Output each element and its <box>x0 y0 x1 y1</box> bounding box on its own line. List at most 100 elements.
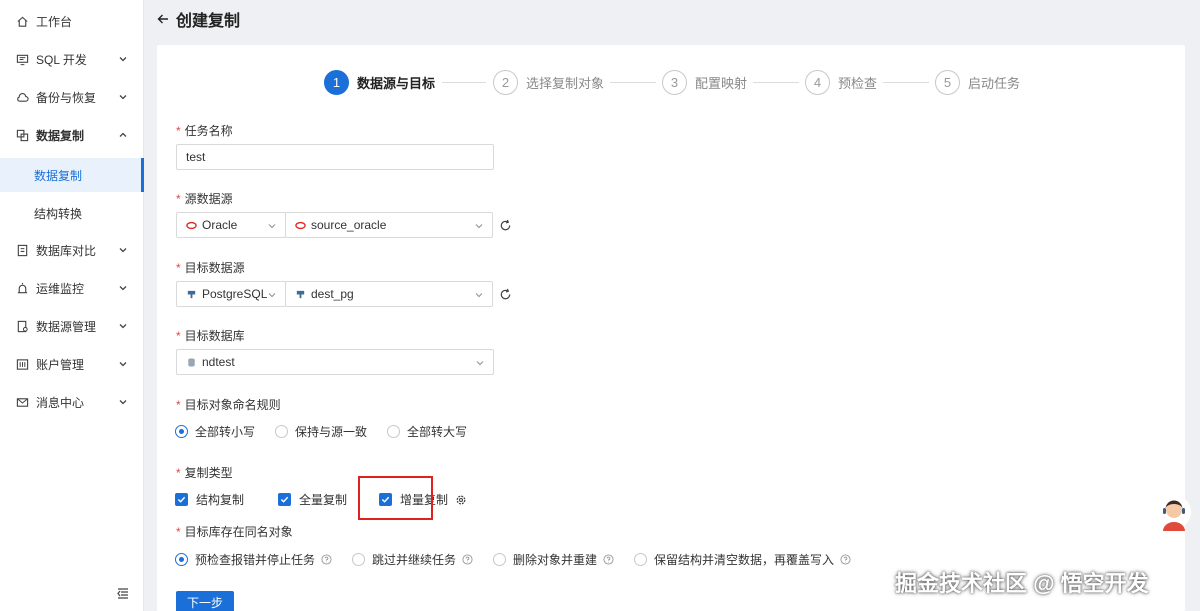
help-icon[interactable] <box>462 554 473 565</box>
radio-uppercase[interactable]: 全部转大写 <box>387 423 467 440</box>
sidebar-item-workbench[interactable]: 工作台 <box>0 3 144 39</box>
step-connector <box>442 82 486 83</box>
sidebar-item-sql-dev[interactable]: SQL 开发 <box>0 41 144 77</box>
step-number: 3 <box>662 69 687 95</box>
target-type-value: PostgreSQL <box>202 287 268 301</box>
target-name-select[interactable]: dest_pg <box>285 281 493 307</box>
naming-rule-label: * 目标对象命名规则 <box>176 396 281 413</box>
naming-rule-radio-group: 全部转小写 保持与源一致 全部转大写 <box>175 423 487 440</box>
refresh-icon[interactable] <box>499 288 512 301</box>
next-button[interactable]: 下一步 <box>176 591 234 611</box>
task-name-input[interactable]: test <box>176 144 494 170</box>
oracle-icon <box>186 220 197 231</box>
sidebar-item-messages[interactable]: 消息中心 <box>0 384 144 420</box>
label-text: 源数据源 <box>184 192 233 206</box>
step-4: 4 预检查 <box>805 69 877 95</box>
sidebar-subitem-replication[interactable]: 数据复制 <box>0 158 144 192</box>
form-card <box>157 45 1185 611</box>
sidebar: 工作台 SQL 开发 备份与恢复 数据复制 数据复制 结构转换 数据库对比 运维… <box>0 0 144 611</box>
step-label: 启动任务 <box>968 75 1021 91</box>
radio-skip-continue[interactable]: 跳过并继续任务 <box>352 551 473 568</box>
step-2: 2 选择复制对象 <box>493 69 604 95</box>
chevron-down-icon <box>119 57 127 62</box>
cloud-backup-icon <box>16 91 29 104</box>
radio-drop-rebuild[interactable]: 删除对象并重建 <box>493 551 614 568</box>
radio-label: 跳过并继续任务 <box>372 553 457 567</box>
database-icon <box>186 357 197 368</box>
account-icon <box>16 358 29 371</box>
same-name-radio-group: 预检查报错并停止任务 跳过并继续任务 删除对象并重建 保留结构并清空数据，再覆盖… <box>175 551 871 568</box>
step-number: 2 <box>493 69 518 95</box>
step-1: 1 数据源与目标 <box>324 69 435 95</box>
step-label: 预检查 <box>838 75 878 91</box>
label-text: 目标对象命名规则 <box>184 398 281 412</box>
mail-icon <box>16 396 29 409</box>
sidebar-item-label: SQL 开发 <box>36 52 87 67</box>
chevron-up-icon <box>119 132 127 137</box>
label-text: 目标数据源 <box>184 261 245 275</box>
sidebar-item-label: 消息中心 <box>36 395 85 410</box>
step-label: 选择复制对象 <box>526 75 605 91</box>
radio-precheck-stop[interactable]: 预检查报错并停止任务 <box>175 551 332 568</box>
help-icon[interactable] <box>603 554 614 565</box>
radio-label: 保留结构并清空数据，再覆盖写入 <box>654 553 835 567</box>
sidebar-subitem-schema-convert[interactable]: 结构转换 <box>0 196 144 230</box>
target-db-select[interactable]: ndtest <box>176 349 494 375</box>
chevron-down-icon <box>119 400 127 405</box>
checkbox-label: 结构复制 <box>196 493 245 507</box>
chevron-down-icon <box>119 286 127 291</box>
help-icon[interactable] <box>840 554 851 565</box>
chevron-down-icon <box>268 224 276 229</box>
required-mark: * <box>176 192 181 206</box>
sidebar-item-db-compare[interactable]: 数据库对比 <box>0 232 144 268</box>
back-arrow-icon[interactable] <box>156 12 170 26</box>
chevron-down-icon <box>119 95 127 100</box>
checkbox-full-copy[interactable]: 全量复制 <box>278 491 347 508</box>
monitor-icon <box>16 53 29 66</box>
same-name-label: * 目标库存在同名对象 <box>176 523 293 540</box>
required-mark: * <box>176 525 181 539</box>
sidebar-item-backup[interactable]: 备份与恢复 <box>0 79 144 115</box>
step-number: 5 <box>935 69 960 95</box>
radio-label: 全部转大写 <box>407 425 468 439</box>
task-name-value: test <box>186 150 206 164</box>
chevron-down-icon <box>475 293 483 298</box>
radio-dot <box>387 425 401 438</box>
label-text: 目标库存在同名对象 <box>184 525 293 539</box>
required-mark: * <box>176 329 181 343</box>
chevron-down-icon <box>119 248 127 253</box>
radio-label: 保持与源一致 <box>295 425 368 439</box>
sidebar-subitem-label: 数据复制 <box>34 168 83 183</box>
sidebar-item-label: 工作台 <box>36 14 73 29</box>
sidebar-item-label: 运维监控 <box>36 281 85 296</box>
chevron-down-icon <box>476 361 484 366</box>
radio-label: 删除对象并重建 <box>513 553 598 567</box>
radio-lowercase[interactable]: 全部转小写 <box>175 423 255 440</box>
sidebar-item-monitoring[interactable]: 运维监控 <box>0 270 144 306</box>
copy-type-label: * 复制类型 <box>176 464 233 481</box>
label-text: 目标数据库 <box>184 329 245 343</box>
help-icon[interactable] <box>321 554 332 565</box>
target-type-select[interactable]: PostgreSQL <box>176 281 286 307</box>
source-type-select[interactable]: Oracle <box>176 212 286 238</box>
checkbox-label: 全量复制 <box>299 493 348 507</box>
compare-icon <box>16 244 29 257</box>
chevron-down-icon <box>119 324 127 329</box>
refresh-icon[interactable] <box>499 219 512 232</box>
sidebar-item-account-mgmt[interactable]: 账户管理 <box>0 346 144 382</box>
radio-keep-structure-overwrite[interactable]: 保留结构并清空数据，再覆盖写入 <box>634 551 851 568</box>
watermark: 掘金技术社区 @ 悟空开发 <box>895 571 1149 596</box>
chevron-down-icon <box>475 224 483 229</box>
sidebar-item-datasource-mgmt[interactable]: 数据源管理 <box>0 308 144 344</box>
gear-icon[interactable] <box>455 494 467 506</box>
radio-label: 全部转小写 <box>195 425 256 439</box>
step-number: 4 <box>805 69 830 95</box>
checkbox-structure-copy[interactable]: 结构复制 <box>175 491 244 508</box>
source-name-select[interactable]: source_oracle <box>285 212 493 238</box>
label-text: 复制类型 <box>184 466 233 480</box>
sidebar-item-replication[interactable]: 数据复制 <box>0 117 144 153</box>
support-avatar-icon[interactable] <box>1156 494 1192 532</box>
step-connector <box>610 82 656 83</box>
radio-keep-source[interactable]: 保持与源一致 <box>275 423 367 440</box>
collapse-sidebar-icon[interactable] <box>116 586 130 600</box>
